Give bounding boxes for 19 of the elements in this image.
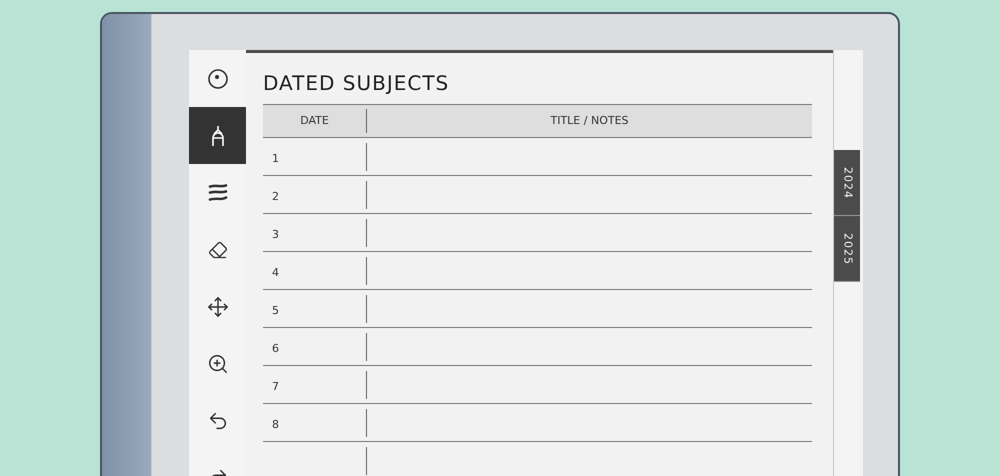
- year-tab[interactable]: 2025: [834, 216, 860, 282]
- row-number: 7: [272, 380, 279, 392]
- row-number: 6: [272, 342, 279, 354]
- move-icon: [206, 296, 228, 318]
- row-number: 3: [272, 228, 279, 240]
- row-number: 5: [272, 304, 279, 316]
- row-number: 2: [272, 190, 279, 202]
- column-header: TITLE / NOTES: [550, 112, 630, 129]
- circle-dot-icon: [206, 68, 228, 90]
- zoom-in-icon: [206, 352, 228, 374]
- row-number: 4: [272, 266, 279, 278]
- page-title: DATED SUBJECTS: [263, 70, 450, 97]
- toolbar-button[interactable]: [189, 107, 246, 164]
- column-header: DATE: [299, 112, 330, 129]
- wavy-lines-icon: [206, 182, 230, 204]
- row-number: 8: [272, 418, 279, 430]
- eraser-icon: [208, 240, 228, 260]
- year-tab[interactable]: 2024: [834, 150, 860, 216]
- row-number: 1: [272, 152, 279, 164]
